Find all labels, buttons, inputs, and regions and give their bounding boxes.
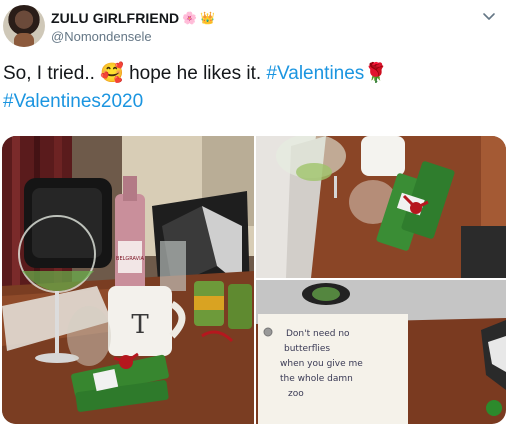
tweet-text: So, I tried.. 🥰 hope he likes it. #Valen…: [3, 60, 503, 116]
author-name-row[interactable]: ZULU GIRLFRIEND 🌸 👑: [51, 10, 215, 26]
mug-letter: T: [131, 310, 149, 340]
photo-table-gifts[interactable]: BELGRAVIA T: [2, 136, 254, 424]
photo-glasses-chocolate[interactable]: [256, 136, 506, 278]
note-line-2: butterflies: [284, 344, 330, 354]
smiling-face-emoji: 🥰: [100, 63, 124, 84]
chevron-down-icon[interactable]: [482, 9, 496, 23]
hashtag-valentines2020[interactable]: #Valentines2020: [3, 91, 143, 112]
media-grid: BELGRAVIA T Don't need no butterflies wh…: [2, 136, 506, 424]
hashtag-valentines[interactable]: #Valentines: [266, 63, 364, 84]
note-line-1: Don't need no: [286, 329, 350, 339]
rose-emoji: 🌹: [364, 63, 388, 84]
photo-handwritten-note[interactable]: Don't need no butterflies when you give …: [256, 280, 506, 424]
crown-emoji: 👑: [200, 11, 216, 25]
avatar[interactable]: [3, 5, 45, 47]
wine-label: BELGRAVIA: [116, 256, 145, 262]
tweet-text-after: hope he likes it.: [123, 63, 267, 84]
author-display-name[interactable]: ZULU GIRLFRIEND: [51, 10, 179, 26]
flower-emoji: 🌸: [182, 11, 198, 25]
note-line-5: zoo: [288, 389, 304, 399]
tweet-card: ZULU GIRLFRIEND 🌸 👑 @Nomondensele So, I …: [0, 0, 508, 427]
tweet-text-main: So, I tried..: [3, 63, 101, 84]
note-line-4: the whole damn: [280, 374, 353, 384]
author-handle[interactable]: @Nomondensele: [51, 29, 152, 44]
note-line-3: when you give me: [280, 359, 363, 369]
